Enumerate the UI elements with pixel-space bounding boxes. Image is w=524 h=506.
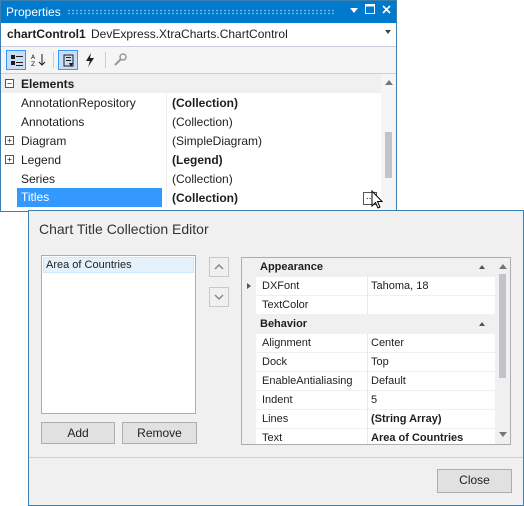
collapse-caret-icon[interactable] bbox=[479, 322, 485, 326]
collapse-icon[interactable]: − bbox=[5, 79, 14, 88]
object-name: chartControl1 bbox=[7, 27, 86, 41]
category-label: Behavior bbox=[260, 318, 308, 330]
toolbar-separator bbox=[105, 52, 106, 68]
wrench-icon[interactable] bbox=[110, 50, 130, 70]
expand-arrow-icon[interactable] bbox=[247, 283, 251, 289]
property-row[interactable]: Annotations (Collection) bbox=[1, 112, 381, 131]
property-name: Legend bbox=[21, 153, 62, 167]
property-name: Annotations bbox=[21, 115, 85, 129]
svg-text:A: A bbox=[31, 54, 36, 61]
property-name: TextColor bbox=[262, 299, 309, 311]
property-value: Area of Countries bbox=[371, 432, 464, 444]
property-name: Titles bbox=[17, 188, 162, 207]
title-property-grid: Appearance DXFont Tahoma, 18 TextColor B… bbox=[241, 257, 511, 445]
scrollbar-thumb[interactable] bbox=[499, 274, 506, 378]
properties-title: Properties bbox=[6, 5, 61, 19]
chevron-down-icon[interactable] bbox=[385, 30, 391, 34]
dropdown-arrow-icon[interactable] bbox=[347, 4, 361, 19]
category-label: Appearance bbox=[260, 261, 323, 273]
alphabetical-sort-icon[interactable]: AZ bbox=[28, 50, 48, 70]
properties-toolbar: AZ bbox=[1, 47, 396, 74]
add-button[interactable]: Add bbox=[41, 422, 115, 444]
object-selector[interactable]: chartControl1 DevExpress.XtraCharts.Char… bbox=[1, 23, 396, 47]
property-grid: − Elements AnnotationRepository (Collect… bbox=[1, 74, 381, 211]
object-type: DevExpress.XtraCharts.ChartControl bbox=[91, 27, 288, 41]
property-name: EnableAntialiasing bbox=[262, 375, 353, 387]
properties-view-icon[interactable] bbox=[58, 50, 78, 70]
collection-editor-dialog: Chart Title Collection Editor Area of Co… bbox=[28, 210, 524, 506]
titles-listbox[interactable]: Area of Countries bbox=[41, 255, 196, 414]
chevron-down-icon bbox=[214, 294, 224, 301]
close-icon[interactable] bbox=[379, 4, 393, 19]
property-value: (Collection) bbox=[172, 96, 238, 110]
property-row[interactable]: Alignment Center bbox=[242, 334, 495, 353]
property-name: DXFont bbox=[262, 280, 300, 292]
expand-icon[interactable]: + bbox=[5, 136, 14, 145]
property-row[interactable]: + Diagram (SimpleDiagram) bbox=[1, 131, 381, 150]
scroll-up-icon[interactable] bbox=[499, 264, 507, 269]
title-bar-grip bbox=[67, 9, 334, 15]
property-name: AnnotationRepository bbox=[21, 96, 136, 110]
property-name: Diagram bbox=[21, 134, 67, 148]
property-row[interactable]: Series (Collection) bbox=[1, 169, 381, 188]
property-value: (String Array) bbox=[371, 413, 442, 425]
property-name: Series bbox=[21, 172, 56, 186]
mouse-cursor-icon bbox=[371, 190, 384, 209]
property-row[interactable]: + Legend (Legend) bbox=[1, 150, 381, 169]
category-elements[interactable]: − Elements bbox=[1, 74, 381, 93]
category-label: Elements bbox=[21, 77, 75, 91]
scroll-up-icon[interactable] bbox=[385, 80, 393, 85]
category-appearance[interactable]: Appearance bbox=[242, 258, 495, 277]
property-name: Dock bbox=[262, 356, 288, 368]
collapse-caret-icon[interactable] bbox=[479, 265, 485, 269]
property-value: (Collection) bbox=[172, 115, 233, 129]
property-row-selected[interactable]: Titles (Collection) bbox=[1, 188, 381, 207]
property-value: Default bbox=[371, 375, 406, 387]
property-row[interactable]: DXFont Tahoma, 18 bbox=[242, 277, 495, 296]
property-name: Text bbox=[262, 432, 283, 444]
maximize-icon[interactable] bbox=[363, 4, 377, 19]
property-name: Indent bbox=[262, 394, 293, 406]
svg-text:Z: Z bbox=[31, 61, 35, 67]
property-value: (SimpleDiagram) bbox=[172, 134, 263, 148]
properties-window: Properties chartControl1 DevExpress.Xtra… bbox=[0, 0, 397, 212]
property-row[interactable]: EnableAntialiasing Default bbox=[242, 372, 495, 391]
property-value: Top bbox=[371, 356, 389, 368]
categorized-view-icon[interactable] bbox=[6, 50, 26, 70]
expand-icon[interactable]: + bbox=[5, 155, 14, 164]
property-name: Lines bbox=[262, 413, 289, 425]
close-button[interactable]: Close bbox=[437, 469, 512, 493]
toolbar-separator bbox=[53, 52, 54, 68]
property-name: Alignment bbox=[262, 337, 311, 349]
property-row[interactable]: Lines (String Array) bbox=[242, 410, 495, 429]
properties-title-bar[interactable]: Properties bbox=[1, 1, 396, 23]
move-up-button[interactable] bbox=[209, 257, 229, 277]
footer-divider bbox=[29, 457, 523, 458]
property-value: (Collection) bbox=[172, 191, 238, 205]
property-value: (Collection) bbox=[172, 172, 233, 186]
property-row[interactable]: Text Area of Countries bbox=[242, 429, 495, 444]
property-value: Center bbox=[371, 337, 405, 349]
events-lightning-icon[interactable] bbox=[80, 50, 100, 70]
property-value: Tahoma, 18 bbox=[371, 280, 429, 292]
dialog-title: Chart Title Collection Editor bbox=[39, 221, 209, 237]
move-down-button[interactable] bbox=[209, 287, 229, 307]
scrollbar-thumb[interactable] bbox=[385, 132, 392, 178]
property-row[interactable]: Indent 5 bbox=[242, 391, 495, 410]
property-row[interactable]: Dock Top bbox=[242, 353, 495, 372]
scroll-down-icon[interactable] bbox=[499, 432, 507, 437]
property-row[interactable]: AnnotationRepository (Collection) bbox=[1, 93, 381, 112]
property-value: (Legend) bbox=[172, 153, 223, 167]
category-behavior[interactable]: Behavior bbox=[242, 315, 495, 334]
remove-button[interactable]: Remove bbox=[122, 422, 197, 444]
list-item[interactable]: Area of Countries bbox=[43, 257, 194, 273]
vertical-scrollbar[interactable] bbox=[495, 258, 510, 444]
property-row[interactable]: TextColor bbox=[242, 296, 495, 315]
chevron-up-icon bbox=[214, 263, 224, 270]
property-value: 5 bbox=[371, 394, 378, 406]
